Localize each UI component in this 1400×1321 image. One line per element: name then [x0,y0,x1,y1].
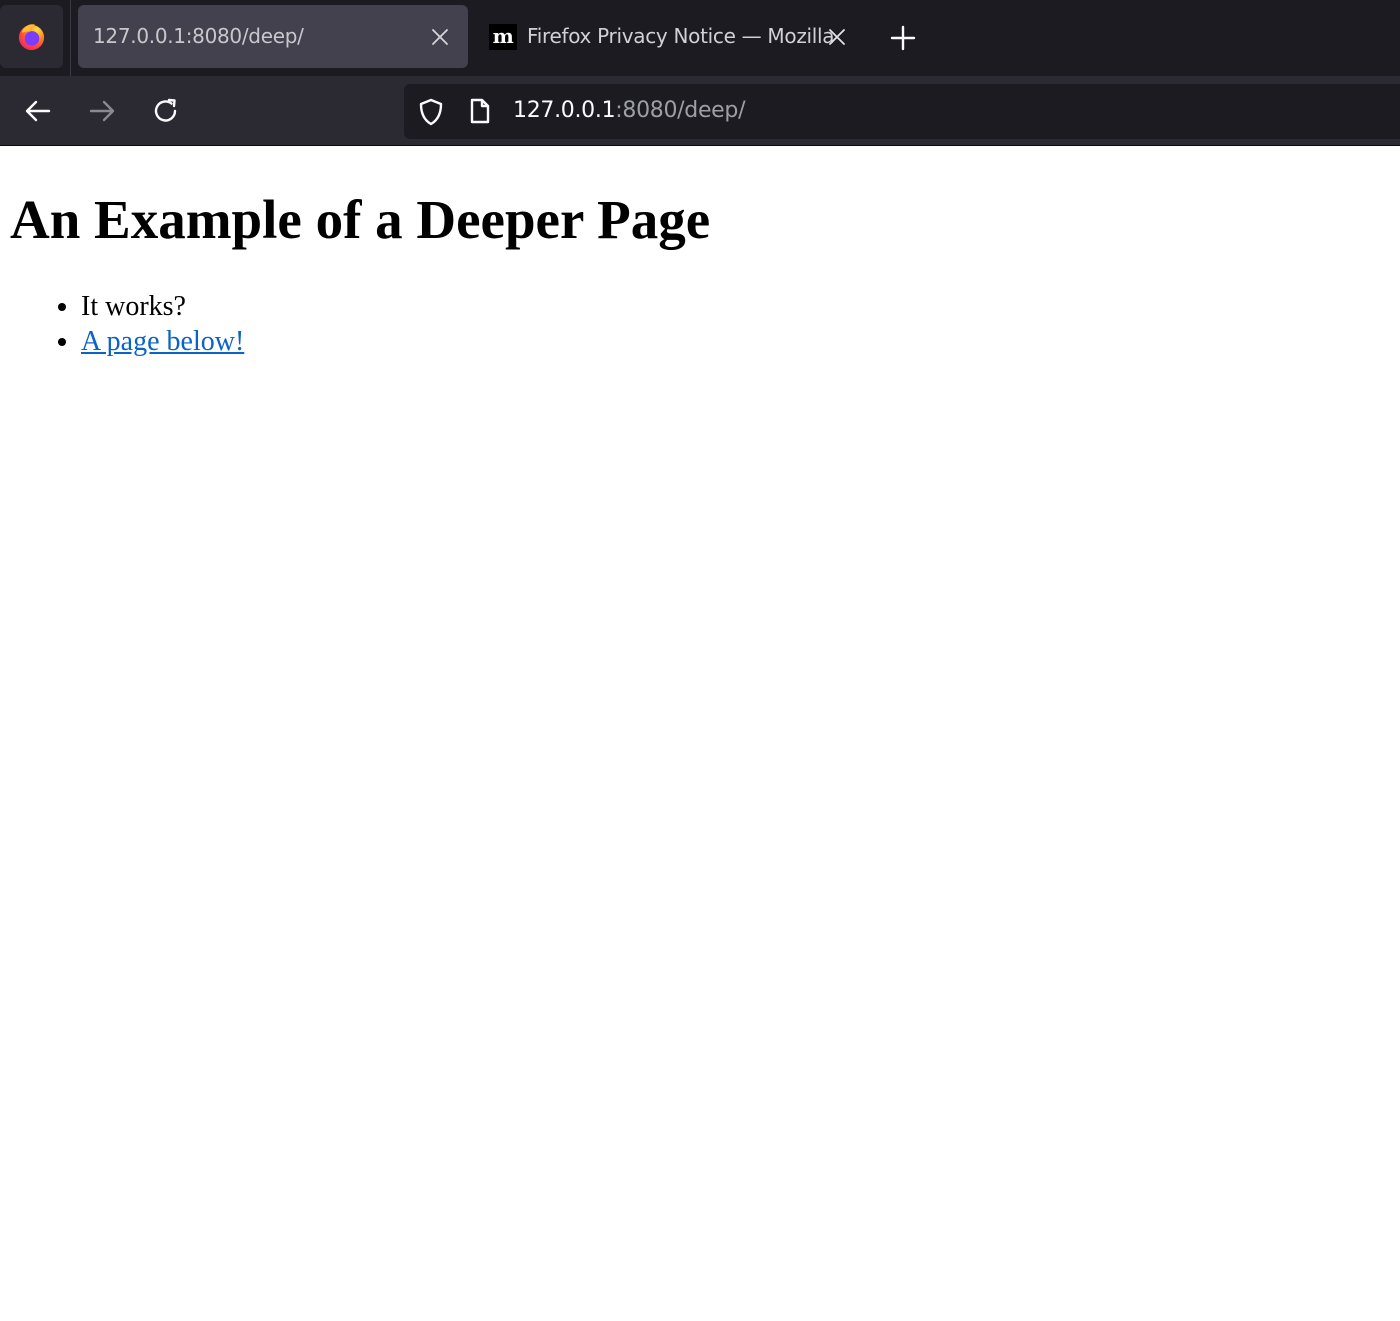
arrow-right-icon[interactable] [85,94,119,128]
page-below-link[interactable]: A page below! [81,326,244,357]
page-title: An Example of a Deeper Page [10,189,711,250]
list-item: It works? [81,289,244,324]
list-item: A page below! [81,324,244,359]
url-host: 127.0.0.1 [513,98,616,123]
url-text[interactable]: 127.0.0.1:8080/deep/ [513,98,746,123]
close-icon[interactable] [825,25,849,49]
list-item-text: It works? [81,291,186,322]
mozilla-favicon-icon: m [489,24,517,50]
plus-icon[interactable] [884,19,922,57]
firefox-view-button[interactable] [0,5,63,68]
firefox-logo-icon [18,24,45,51]
tab-inactive[interactable]: m Firefox Privacy Notice — Mozilla [478,5,858,68]
reload-icon[interactable] [149,94,183,128]
close-icon[interactable] [428,25,452,49]
tab-title: 127.0.0.1:8080/deep/ [93,24,304,48]
tab-strip-divider [70,0,71,76]
tab-strip: 127.0.0.1:8080/deep/ m Firefox Privacy N… [0,0,1400,76]
tab-active[interactable]: 127.0.0.1:8080/deep/ [78,5,468,68]
url-bar[interactable]: 127.0.0.1:8080/deep/ [404,84,1400,139]
shield-icon[interactable] [417,97,445,127]
url-path: :8080/deep/ [615,98,746,123]
arrow-left-icon[interactable] [21,94,55,128]
tab-title: Firefox Privacy Notice — Mozilla [527,24,835,48]
page-content: An Example of a Deeper Page It works? A … [0,147,1400,1321]
navigation-toolbar: 127.0.0.1:8080/deep/ [0,76,1400,146]
page-icon[interactable] [468,97,492,125]
item-list: It works? A page below! [0,289,244,359]
